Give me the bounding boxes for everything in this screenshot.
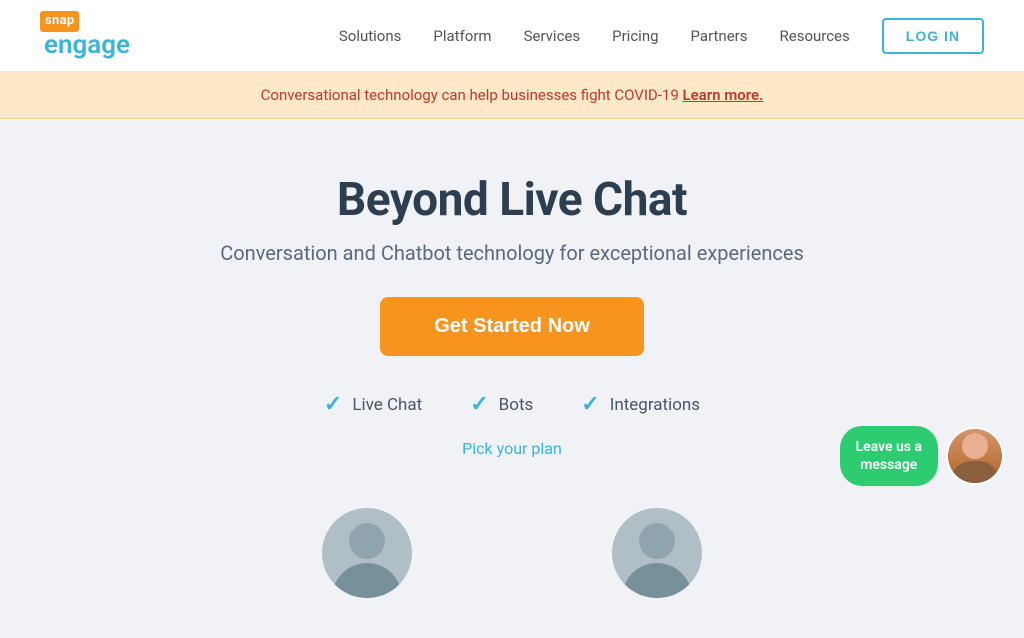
features-row: ✓ Live Chat ✓ Bots ✓ Integrations bbox=[20, 392, 1004, 417]
person-avatar-1 bbox=[322, 508, 412, 598]
leave-message-line2: message bbox=[860, 457, 917, 473]
agent-shoulders bbox=[950, 461, 1000, 483]
logo-engage: engage bbox=[44, 32, 130, 58]
leave-message-button[interactable]: Leave us a message bbox=[840, 426, 938, 486]
banner-link[interactable]: Learn more. bbox=[683, 86, 764, 104]
feature-integrations: ✓ Integrations bbox=[581, 392, 700, 417]
logo-snap: snap bbox=[40, 11, 79, 32]
get-started-button[interactable]: Get Started Now bbox=[380, 297, 644, 356]
feature-integrations-label: Integrations bbox=[610, 395, 700, 415]
login-button[interactable]: LOG IN bbox=[882, 18, 984, 54]
chat-widget: Leave us a message bbox=[840, 426, 1004, 486]
feature-bots-label: Bots bbox=[499, 395, 534, 415]
avatar-head-1 bbox=[349, 523, 385, 559]
header: snap engage Solutions Platform Services … bbox=[0, 0, 1024, 72]
main-nav: Solutions Platform Services Pricing Part… bbox=[339, 18, 984, 54]
pick-plan-link[interactable]: Pick your plan bbox=[462, 439, 562, 458]
avatar-body-2 bbox=[622, 563, 692, 598]
nav-item-partners[interactable]: Partners bbox=[691, 27, 748, 45]
people-section bbox=[20, 498, 1004, 598]
hero-subtitle: Conversation and Chatbot technology for … bbox=[20, 241, 1004, 265]
feature-live-chat: ✓ Live Chat bbox=[324, 392, 422, 417]
agent-avatar bbox=[946, 427, 1004, 485]
leave-message-line1: Leave us a bbox=[856, 439, 922, 455]
checkmark-icon: ✓ bbox=[324, 392, 342, 417]
checkmark-icon-integrations: ✓ bbox=[581, 392, 599, 417]
checkmark-icon-bots: ✓ bbox=[470, 392, 488, 417]
nav-item-services[interactable]: Services bbox=[524, 27, 581, 45]
covid-banner: Conversational technology can help busin… bbox=[0, 72, 1024, 119]
feature-live-chat-label: Live Chat bbox=[352, 395, 422, 415]
logo[interactable]: snap engage bbox=[40, 11, 130, 60]
banner-text: Conversational technology can help busin… bbox=[261, 86, 683, 104]
nav-item-resources[interactable]: Resources bbox=[780, 27, 850, 45]
avatar-body-1 bbox=[332, 563, 402, 598]
hero-section: Beyond Live Chat Conversation and Chatbo… bbox=[0, 119, 1024, 638]
hero-title: Beyond Live Chat bbox=[20, 173, 1004, 227]
agent-head bbox=[962, 433, 988, 459]
nav-item-platform[interactable]: Platform bbox=[433, 27, 491, 45]
person-avatar-2 bbox=[612, 508, 702, 598]
avatar-head-2 bbox=[639, 523, 675, 559]
feature-bots: ✓ Bots bbox=[470, 392, 533, 417]
nav-item-pricing[interactable]: Pricing bbox=[612, 27, 658, 45]
nav-item-solutions[interactable]: Solutions bbox=[339, 27, 402, 45]
agent-avatar-inner bbox=[948, 429, 1002, 483]
